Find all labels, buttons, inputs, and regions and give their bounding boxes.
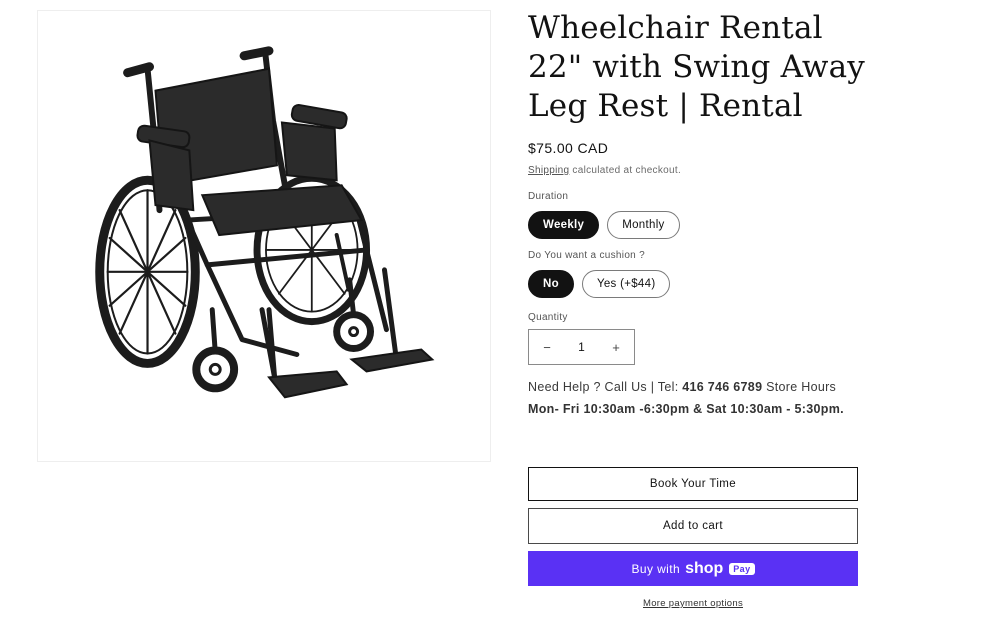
cushion-option-no[interactable]: No [528, 270, 574, 298]
help-prefix: Need Help ? Call Us | Tel: [528, 380, 683, 394]
help-hours: Mon- Fri 10:30am -6:30pm & Sat 10:30am -… [528, 402, 844, 416]
product-price: $75.00 CAD [528, 140, 609, 156]
pay-badge: Pay [729, 562, 755, 575]
more-payment-options-link[interactable]: More payment options [528, 598, 858, 609]
quantity-stepper: − 1 + [528, 329, 635, 365]
shop-pay-buy-with: Buy with [631, 561, 681, 576]
help-middle: Store Hours [762, 380, 837, 394]
shop-logo: shop [685, 559, 724, 577]
duration-label: Duration [528, 191, 569, 202]
add-to-cart-button[interactable]: Add to cart [528, 508, 858, 544]
duration-option-monthly[interactable]: Monthly [607, 211, 680, 239]
help-phone: 416 746 6789 [682, 380, 763, 394]
cushion-options: No Yes (+$44) [528, 270, 671, 298]
shipping-note: Shipping calculated at checkout. [528, 165, 681, 176]
shipping-link[interactable]: Shipping [528, 165, 569, 176]
cushion-label: Do You want a cushion ? [528, 250, 645, 261]
shipping-note-text: calculated at checkout. [569, 165, 682, 176]
quantity-label: Quantity [528, 312, 568, 323]
cushion-option-yes[interactable]: Yes (+$44) [581, 270, 671, 298]
product-image[interactable] [37, 10, 491, 462]
product-title: Wheelchair Rental 22" with Swing Away Le… [528, 10, 865, 124]
help-text: Need Help ? Call Us | Tel: 416 746 6789 … [528, 376, 848, 420]
quantity-increase-button[interactable]: + [608, 340, 624, 355]
quantity-decrease-button[interactable]: − [539, 340, 555, 355]
duration-option-weekly[interactable]: Weekly [528, 211, 600, 239]
duration-options: Weekly Monthly [528, 211, 680, 239]
shop-pay-button[interactable]: Buy with shop Pay [528, 551, 858, 586]
quantity-input[interactable]: 1 [578, 340, 585, 354]
wheelchair-image [95, 46, 435, 399]
book-your-time-button[interactable]: Book Your Time [528, 467, 858, 501]
